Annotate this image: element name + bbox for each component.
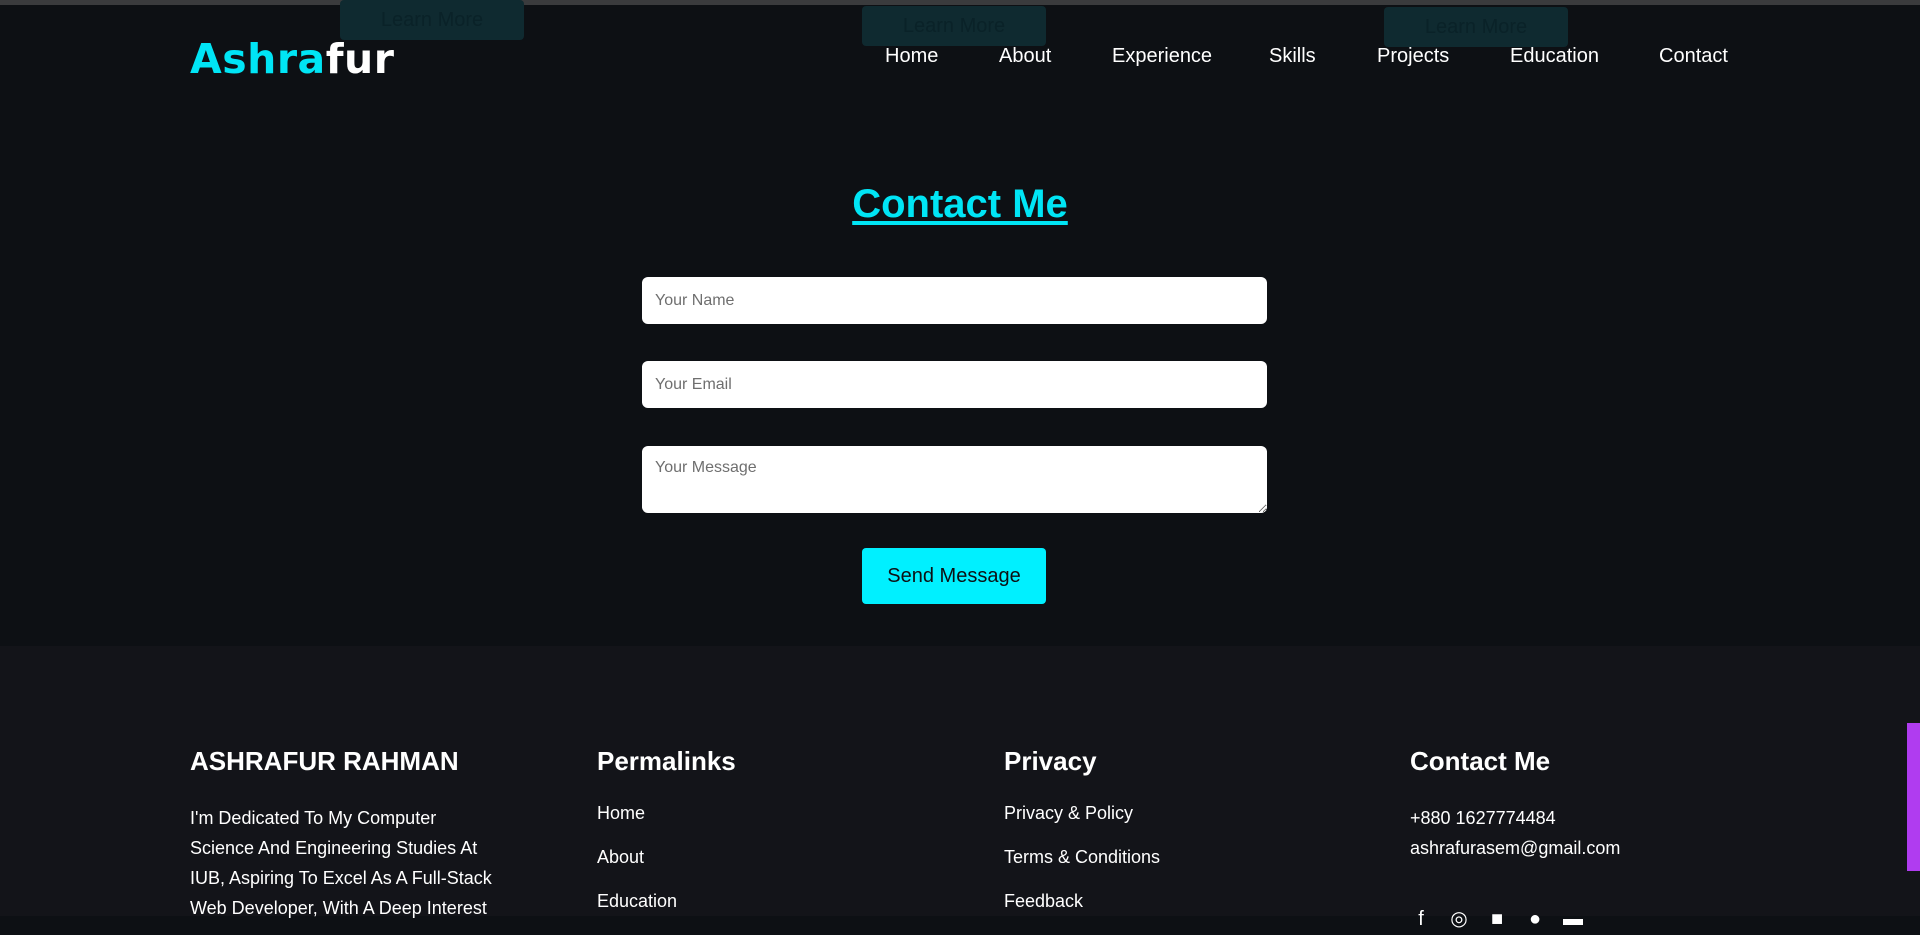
email-input[interactable] [642, 361, 1267, 408]
footer-about-title: ASHRAFUR RAHMAN [190, 746, 459, 776]
footer-link-terms[interactable]: Terms & Conditions [1004, 847, 1160, 868]
footer-email[interactable]: ashrafurasem@gmail.com [1410, 833, 1620, 863]
nav-about[interactable]: About [999, 45, 1051, 68]
github-icon[interactable]: ● [1524, 908, 1546, 930]
contact-title: Contact Me [852, 182, 1068, 226]
nav-skills[interactable]: Skills [1269, 45, 1316, 68]
nav-projects[interactable]: Projects [1377, 45, 1449, 68]
instagram-icon[interactable]: ◎ [1448, 908, 1470, 930]
linkedin-icon[interactable]: ■ [1486, 908, 1508, 930]
scroll-indicator [1907, 723, 1920, 871]
footer-contact: Contact Me +880 1627774484 ashrafurasem@… [1410, 746, 1620, 863]
nav-education[interactable]: Education [1510, 45, 1599, 68]
footer-link-privacy-policy[interactable]: Privacy & Policy [1004, 803, 1160, 824]
footer-permalinks-title: Permalinks [597, 746, 736, 776]
footer-contact-title: Contact Me [1410, 746, 1551, 776]
footer-about-text: I'm Dedicated To My Computer Science And… [190, 808, 492, 918]
nav-experience[interactable]: Experience [1112, 45, 1212, 68]
facebook-icon[interactable]: f [1410, 908, 1432, 930]
site-header: Ashrafur Home About Experience Skills Pr… [0, 5, 1920, 110]
contact-section: Contact Me Send Message [0, 110, 1920, 646]
footer-phone: +880 1627774484 [1410, 808, 1556, 828]
youtube-icon[interactable]: ▬ [1562, 908, 1584, 930]
name-input[interactable] [642, 277, 1267, 324]
nav-contact[interactable]: Contact [1659, 45, 1728, 68]
footer-privacy-title: Privacy [1004, 746, 1097, 776]
footer-privacy: Privacy Privacy & Policy Terms & Conditi… [1004, 746, 1160, 935]
social-links: f ◎ ■ ● ▬ [1410, 908, 1584, 930]
footer-link-feedback[interactable]: Feedback [1004, 891, 1160, 912]
nav-home[interactable]: Home [885, 45, 938, 68]
send-message-button[interactable]: Send Message [862, 548, 1046, 604]
footer-link-home[interactable]: Home [597, 803, 736, 824]
site-footer: ASHRAFUR RAHMAN I'm Dedicated To My Comp… [0, 646, 1920, 930]
footer-link-education[interactable]: Education [597, 891, 736, 912]
footer-about: ASHRAFUR RAHMAN I'm Dedicated To My Comp… [190, 746, 500, 923]
main-nav: Home About Experience Skills Projects Ed… [0, 45, 1920, 75]
footer-permalinks: Permalinks Home About Education [597, 746, 736, 935]
message-textarea[interactable] [642, 446, 1267, 513]
footer-link-about[interactable]: About [597, 847, 736, 868]
